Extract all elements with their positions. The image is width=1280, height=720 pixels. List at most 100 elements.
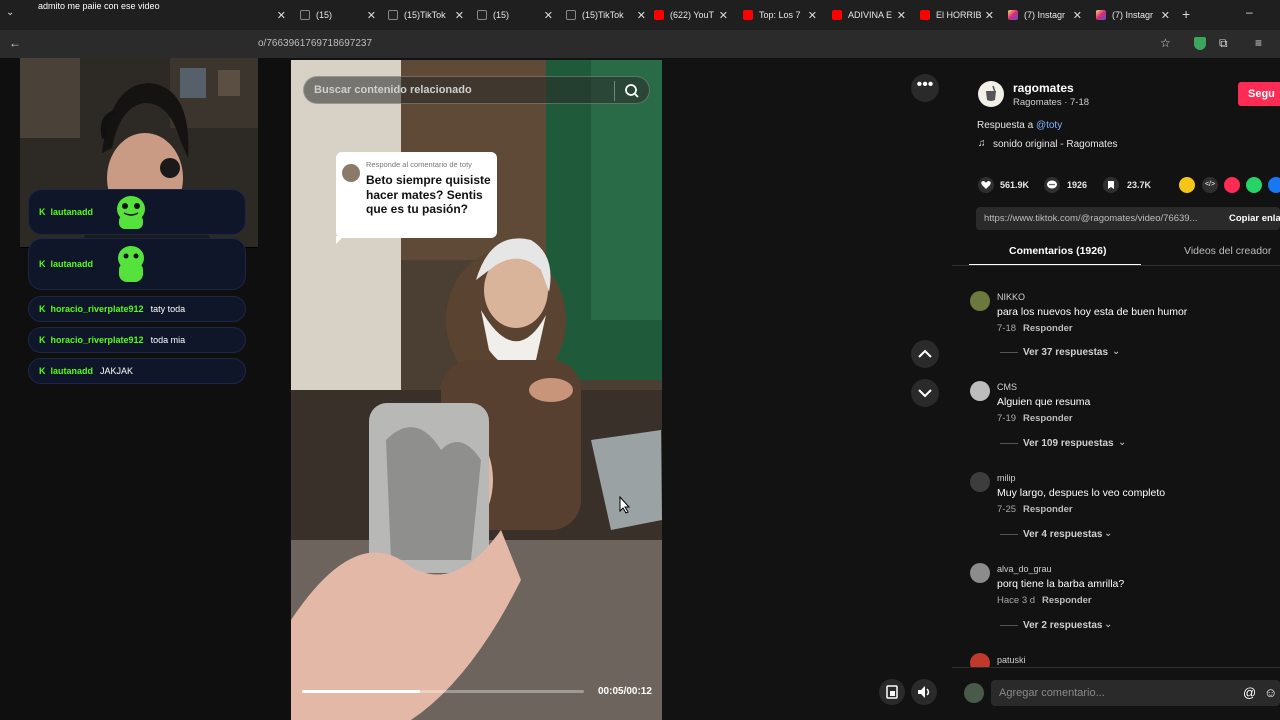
creator-avatar[interactable]	[978, 81, 1004, 107]
share-link[interactable]: https://www.tiktok.com/@ragomates/video/…	[984, 213, 1197, 224]
bookmark-icon	[1108, 181, 1114, 189]
bookmark-star-icon[interactable]: ☆	[1160, 36, 1171, 50]
tab-close-icon[interactable]: ✕	[985, 9, 994, 22]
emoji-icon[interactable]: ☺	[1264, 685, 1277, 700]
save-count: 23.7K	[1127, 180, 1152, 190]
tab-close-icon[interactable]: ✕	[808, 9, 817, 22]
follow-button[interactable]: Segu	[1238, 82, 1280, 106]
tab-close-icon[interactable]: ✕	[719, 9, 728, 22]
related-search[interactable]: Buscar contenido relacionado	[303, 76, 650, 104]
search-icon[interactable]	[624, 83, 640, 99]
tab-close-icon[interactable]: ✕	[367, 9, 376, 22]
comment-item: CMS Alguien que resuma 7-19 Responder Ve…	[970, 381, 1280, 461]
tab-2[interactable]: (15)TikTok ✕	[388, 4, 464, 26]
comment-author[interactable]: CMS	[997, 382, 1017, 392]
chevron-down-icon: ⌄	[1104, 619, 1113, 630]
avatar[interactable]	[970, 472, 990, 492]
reply-text: Beto siempre quisiste hacer mates? Senti…	[366, 173, 491, 216]
tab-0[interactable]: ✕	[258, 4, 286, 26]
save-button[interactable]	[1103, 177, 1119, 193]
url-field[interactable]: o/7663961769718697237	[258, 38, 372, 49]
previous-video-button[interactable]	[911, 340, 939, 368]
reply-mention-link[interactable]: @toty	[1036, 120, 1062, 131]
instagram-icon	[1008, 10, 1018, 20]
facebook-icon[interactable]	[1268, 177, 1280, 193]
media-controls-icon[interactable]: ≡	[1255, 36, 1262, 50]
comment-text: Muy largo, despues lo veo completo	[997, 487, 1166, 499]
comment-author[interactable]: alva_do_grau	[997, 564, 1052, 574]
mention-icon[interactable]: @	[1243, 685, 1256, 700]
tab-close-icon[interactable]: ✕	[1073, 9, 1082, 22]
tab-6[interactable]: Top: Los 7 ✕	[743, 4, 817, 26]
tab-close-icon[interactable]: ✕	[455, 9, 464, 22]
share-send-icon[interactable]	[1224, 177, 1240, 193]
tab-4[interactable]: (15)TikTok ✕	[566, 4, 646, 26]
shield-icon[interactable]	[1194, 37, 1206, 50]
tiktok-icon	[477, 10, 487, 20]
chat-text: JAKJAK	[100, 366, 134, 376]
coin-icon[interactable]	[1179, 177, 1195, 193]
reply-button[interactable]: Responder	[1023, 413, 1073, 424]
chat-username: lautanadd	[50, 207, 94, 217]
tab-7[interactable]: ADIVINA E ✕	[832, 4, 906, 26]
green-emote-icon	[117, 196, 146, 229]
extensions-icon[interactable]: ⧉	[1219, 36, 1228, 51]
comment-author[interactable]: patuski	[997, 655, 1026, 665]
avatar[interactable]	[970, 291, 990, 311]
chevron-down-icon: ⌄	[1112, 346, 1121, 357]
back-arrow-icon[interactable]: ←	[9, 36, 21, 50]
avatar[interactable]	[970, 381, 990, 401]
comment-author[interactable]: NIKKO	[997, 292, 1025, 302]
tab-5[interactable]: (622) YouT ✕	[654, 4, 728, 26]
more-options-button[interactable]: •••	[911, 74, 939, 102]
chat-message: K lautanadd JAKJAK	[28, 358, 246, 384]
copy-link-button[interactable]: Copiar enla	[1229, 213, 1280, 224]
new-tab-button[interactable]: +	[1182, 6, 1190, 22]
tab-1[interactable]: (15) ✕	[300, 4, 376, 26]
replies-line	[1000, 443, 1018, 444]
like-button[interactable]	[978, 177, 994, 193]
avatar[interactable]	[970, 653, 990, 667]
tab-9[interactable]: (7) Instagr ✕	[1008, 4, 1082, 26]
embed-icon[interactable]: </>	[1202, 177, 1218, 193]
comment-placeholder: Agregar comentario...	[999, 687, 1105, 699]
tab-comments[interactable]: Comentarios (1926)	[1009, 245, 1106, 257]
tab-close-icon[interactable]: ✕	[544, 9, 553, 22]
tab-close-icon[interactable]: ✕	[1161, 9, 1170, 22]
reply-button[interactable]: Responder	[1023, 323, 1073, 334]
pip-button[interactable]	[879, 679, 905, 705]
search-input[interactable]: Buscar contenido relacionado	[314, 84, 472, 96]
creator-username[interactable]: ragomates	[1013, 81, 1074, 95]
tab-creator-videos[interactable]: Videos del creador	[1184, 245, 1271, 257]
reply-to-line: Respuesta a @toty	[977, 120, 1062, 131]
tab-10[interactable]: (7) Instagr ✕	[1096, 4, 1170, 26]
tab-3[interactable]: (15) ✕	[477, 4, 553, 26]
tab-close-icon[interactable]: ✕	[897, 9, 906, 22]
reply-button[interactable]: Responder	[1023, 504, 1073, 515]
browser-tab-bar: ⌄ admito me paiie con ese video ✕ (15) ✕…	[0, 0, 1280, 30]
comment-button[interactable]	[1044, 177, 1060, 193]
tab-close-icon[interactable]: ✕	[277, 9, 286, 22]
sound-link[interactable]: sonido original - Ragomates	[993, 139, 1118, 150]
view-replies-button[interactable]: Ver 109 respuestas	[1023, 438, 1114, 449]
tab-list-chevron-icon[interactable]: ⌄	[6, 7, 14, 18]
comment-author[interactable]: milip	[997, 473, 1016, 483]
next-video-button[interactable]	[911, 379, 939, 407]
avatar[interactable]	[970, 563, 990, 583]
details-panel: ragomates Ragomates · 7-18 Segu Respuest…	[952, 60, 1280, 720]
tab-8[interactable]: El HORRIB ✕	[920, 4, 994, 26]
whatsapp-icon[interactable]	[1246, 177, 1262, 193]
creator-display: Ragomates · 7-18	[1013, 97, 1090, 108]
comment-input[interactable]: Agregar comentario... @ ☺	[991, 680, 1280, 706]
chat-message: K lautanadd	[28, 189, 246, 235]
my-avatar	[964, 683, 984, 703]
volume-button[interactable]	[911, 679, 937, 705]
minimize-button[interactable]: –	[1246, 5, 1253, 19]
reply-button[interactable]: Responder	[1042, 595, 1092, 606]
comment-date: 7-18	[997, 323, 1017, 334]
tab-close-icon[interactable]: ✕	[637, 9, 646, 22]
view-replies-button[interactable]: Ver 37 respuestas	[1023, 347, 1108, 358]
view-replies-button[interactable]: Ver 2 respuestas	[1023, 620, 1103, 631]
view-replies-button[interactable]: Ver 4 respuestas	[1023, 529, 1103, 540]
progress-track[interactable]	[302, 690, 584, 693]
